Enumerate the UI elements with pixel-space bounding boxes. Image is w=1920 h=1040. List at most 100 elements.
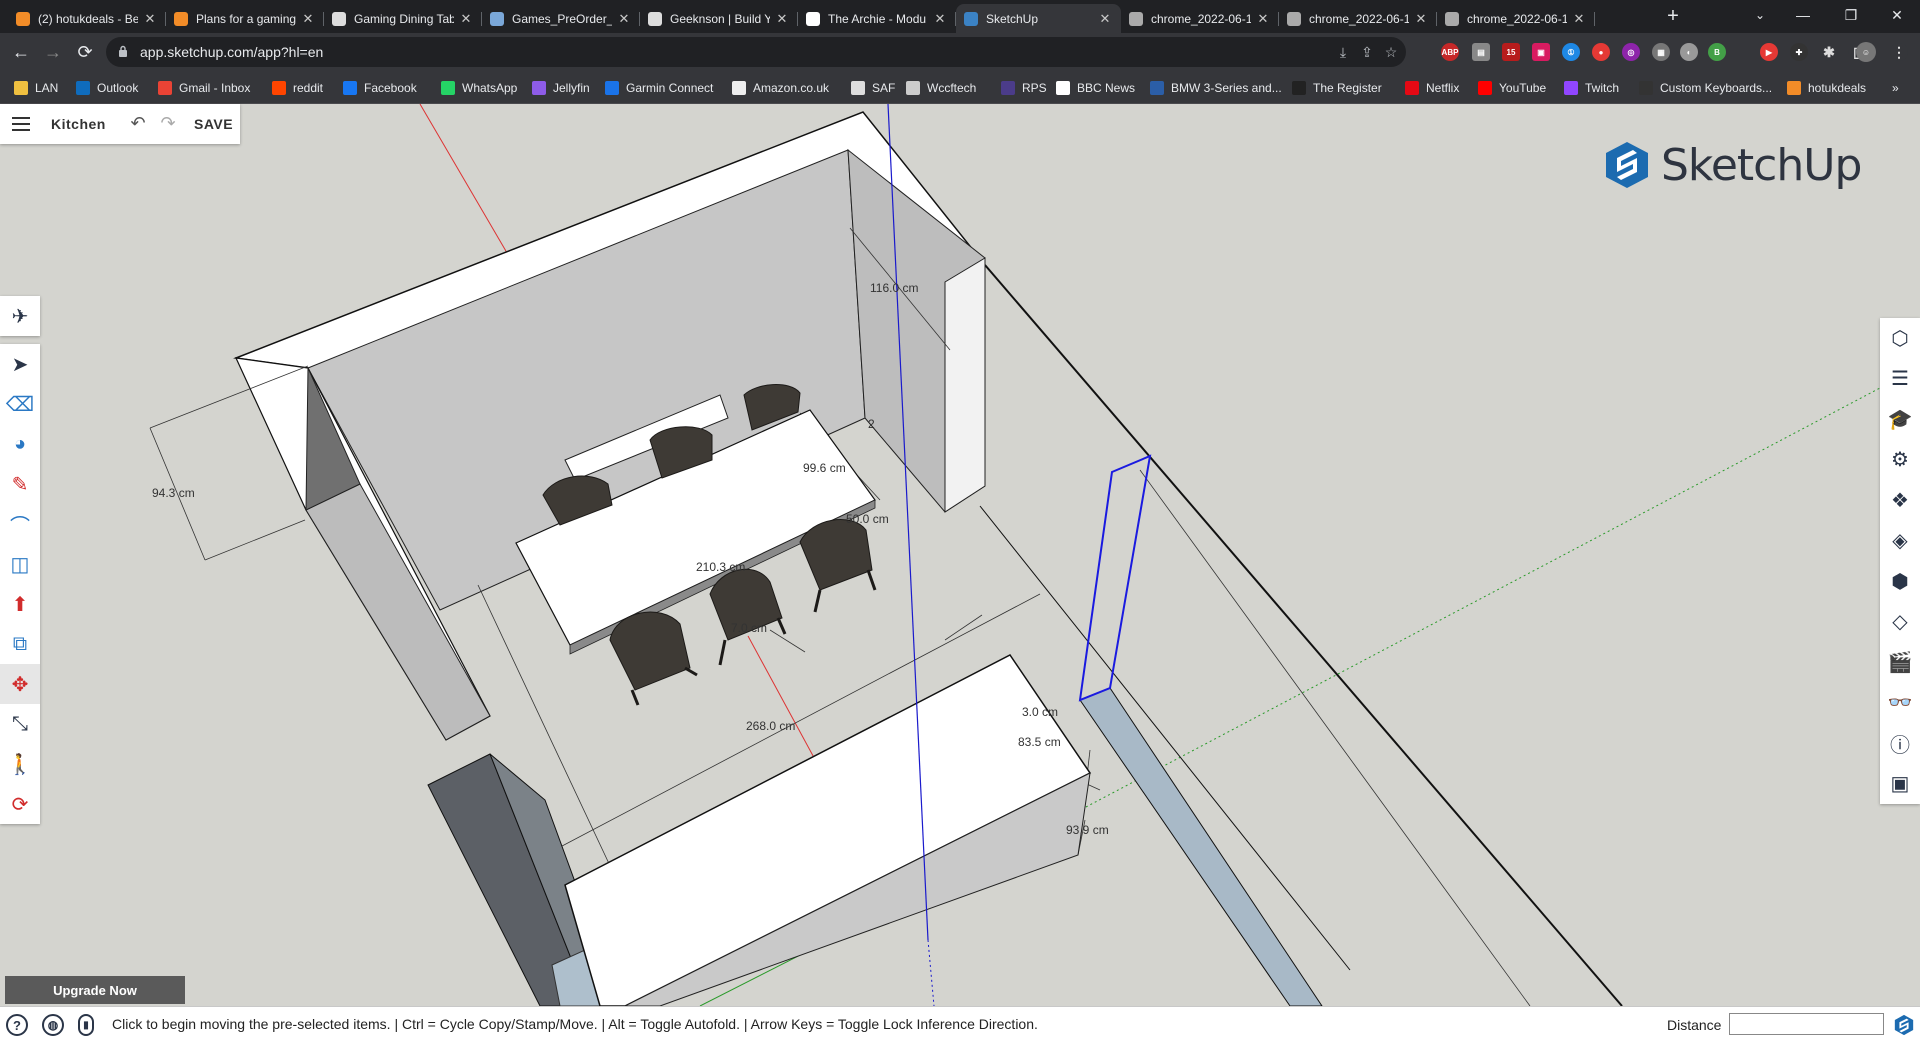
extension-icon[interactable]: ▣ [1532,43,1550,61]
model-name[interactable]: Kitchen [51,116,106,132]
bookmark-item[interactable]: hotukdeals [1787,79,1866,97]
adblock-extension-icon[interactable]: ABP [1441,43,1459,61]
arc-tool-icon[interactable]: ⌒ [0,504,40,544]
browser-tab[interactable]: SketchUp ✕ [956,4,1121,33]
bookmark-item[interactable]: Outlook [76,79,138,97]
back-icon[interactable]: ← [8,39,34,65]
info-icon[interactable]: ⓘ [1880,723,1920,764]
ublock-extension-icon[interactable]: 15 [1502,43,1520,61]
bookmarks-overflow-button[interactable]: » [1892,79,1899,97]
close-tab-icon[interactable]: ✕ [1097,11,1113,27]
search-tool-icon[interactable]: ✈ [0,296,40,336]
help-icon[interactable]: ? [6,1014,28,1036]
tab-search-icon[interactable]: ⌄ [1740,0,1780,30]
language-globe-icon[interactable]: ◍ [42,1014,64,1036]
extensions-puzzle-icon[interactable]: ✱ [1820,43,1838,61]
profile-avatar-icon[interactable]: ☺ [1856,42,1876,62]
extension-icon[interactable]: ◎ [1622,43,1640,61]
bookmark-item[interactable]: WhatsApp [441,79,517,97]
offset-tool-icon[interactable]: ⧉ [0,624,40,664]
close-tab-icon[interactable]: ✕ [1413,11,1429,27]
bookmark-item[interactable]: Twitch [1564,79,1619,97]
move-tool-icon[interactable]: ✥ [0,664,40,704]
install-app-icon[interactable]: ⤓ [1334,43,1352,61]
materials-icon[interactable]: ❖ [1880,480,1920,521]
bookmark-item[interactable]: SAF [851,79,895,97]
save-button[interactable]: SAVE [194,116,233,132]
bookmark-item[interactable]: The Register [1292,79,1382,97]
close-tab-icon[interactable]: ✕ [1571,11,1587,27]
upgrade-now-button[interactable]: Upgrade Now [5,976,185,1004]
restore-button[interactable]: ❐ [1828,0,1874,30]
close-tab-icon[interactable]: ✕ [616,11,632,27]
scenes-icon[interactable]: 🎬 [1880,642,1920,683]
display-icon[interactable]: 👓 [1880,683,1920,724]
password-extension-icon[interactable]: ① [1562,43,1580,61]
tape-measure-tool-icon[interactable]: ⤡ [0,704,40,744]
address-bar[interactable]: app.sketchup.com/app?hl=en ⤓ ⇪ ☆ [106,37,1406,67]
bookmark-item[interactable]: YouTube [1478,79,1546,97]
extension-icon[interactable]: ▶ [1760,43,1778,61]
undo-icon[interactable]: ↶ [128,114,148,134]
extension-icon[interactable]: ▦ [1652,43,1670,61]
bookmark-item[interactable]: Custom Keyboards... [1639,79,1772,97]
browser-tab[interactable]: Games_PreOrder_2 ✕ [482,4,640,33]
browser-menu-icon[interactable]: ⋮ [1890,43,1908,61]
bookmark-item[interactable]: reddit [272,79,323,97]
styles-icon[interactable]: ◈ [1880,521,1920,562]
instructor-icon[interactable]: ☰ [1880,359,1920,400]
bookmark-item[interactable]: Garmin Connect [605,79,713,97]
forward-icon[interactable]: → [40,39,66,65]
share-icon[interactable]: ⇪ [1358,43,1376,61]
walk-tool-icon[interactable]: 🚶 [0,744,40,784]
browser-tab[interactable]: chrome_2022-06-1 ✕ [1279,4,1437,33]
select-tool-icon[interactable]: ➤ [0,344,40,384]
reload-icon[interactable]: ⟳ [72,39,98,65]
bookmark-star-icon[interactable]: ☆ [1382,43,1400,61]
rectangle-tool-icon[interactable]: ◫ [0,544,40,584]
browser-tab[interactable]: chrome_2022-06-1 ✕ [1121,4,1279,33]
entity-info-icon[interactable]: ⬡ [1880,318,1920,359]
paint-bucket-tool-icon[interactable]: ◕ [0,424,40,464]
redo-icon[interactable]: ↷ [158,114,178,134]
browser-tab[interactable]: (2) hotukdeals - Be ✕ [8,4,166,33]
selected-panel-outline[interactable] [1078,454,1152,702]
close-tab-icon[interactable]: ✕ [1255,11,1271,27]
bookmark-item[interactable]: BBC News [1056,79,1135,97]
components-icon[interactable]: ⚙ [1880,440,1920,481]
bookmark-item[interactable]: Jellyfin [532,79,590,97]
close-tab-icon[interactable]: ✕ [300,11,316,27]
extension-icon[interactable]: B [1708,43,1726,61]
kitchen-model-scene[interactable]: 116.0 cm 94.3 cm 99.6 cm 50.0 cm 210.3 c… [0,104,1920,1006]
bookmark-item[interactable]: Facebook [343,79,417,97]
close-window-button[interactable]: ✕ [1874,0,1920,30]
bookmark-item[interactable]: Gmail - Inbox [158,79,250,97]
extension-icon[interactable]: ✚ [1790,43,1808,61]
browser-tab[interactable]: chrome_2022-06-1 ✕ [1437,4,1595,33]
eraser-tool-icon[interactable]: ⌫ [0,384,40,424]
tags-icon[interactable]: ◇ [1880,602,1920,643]
browser-tab[interactable]: Plans for a gaming ✕ [166,4,324,33]
browser-tab[interactable]: Gaming Dining Tab ✕ [324,4,482,33]
mouse-icon[interactable]: ▮ [78,1014,94,1036]
distance-input[interactable] [1729,1013,1884,1035]
minimize-button[interactable]: — [1780,0,1826,30]
bookmark-item[interactable]: Netflix [1405,79,1459,97]
bookmark-item[interactable]: RPS [1001,79,1047,97]
model-info-icon[interactable]: ▣ [1880,764,1920,805]
pencil-tool-icon[interactable]: ✎ [0,464,40,504]
push-pull-tool-icon[interactable]: ⬆ [0,584,40,624]
orbit-tool-icon[interactable]: ⟳ [0,784,40,824]
layers-icon[interactable]: ⬢ [1880,561,1920,602]
new-tab-button[interactable]: + [1660,5,1686,29]
browser-tab[interactable]: Geeknson | Build Y ✕ [640,4,798,33]
extension-icon[interactable]: ● [1592,43,1610,61]
bookmark-item[interactable]: BMW 3-Series and... [1150,79,1282,97]
model-viewport[interactable]: 116.0 cm 94.3 cm 99.6 cm 50.0 cm 210.3 c… [0,104,1920,1006]
bookmark-item[interactable]: Wccftech [906,79,976,97]
extension-icon[interactable]: ▤ [1472,43,1490,61]
bookmark-item[interactable]: Amazon.co.uk [732,79,829,97]
close-tab-icon[interactable]: ✕ [458,11,474,27]
close-tab-icon[interactable]: ✕ [932,11,948,27]
bookmark-item[interactable]: LAN [14,79,58,97]
